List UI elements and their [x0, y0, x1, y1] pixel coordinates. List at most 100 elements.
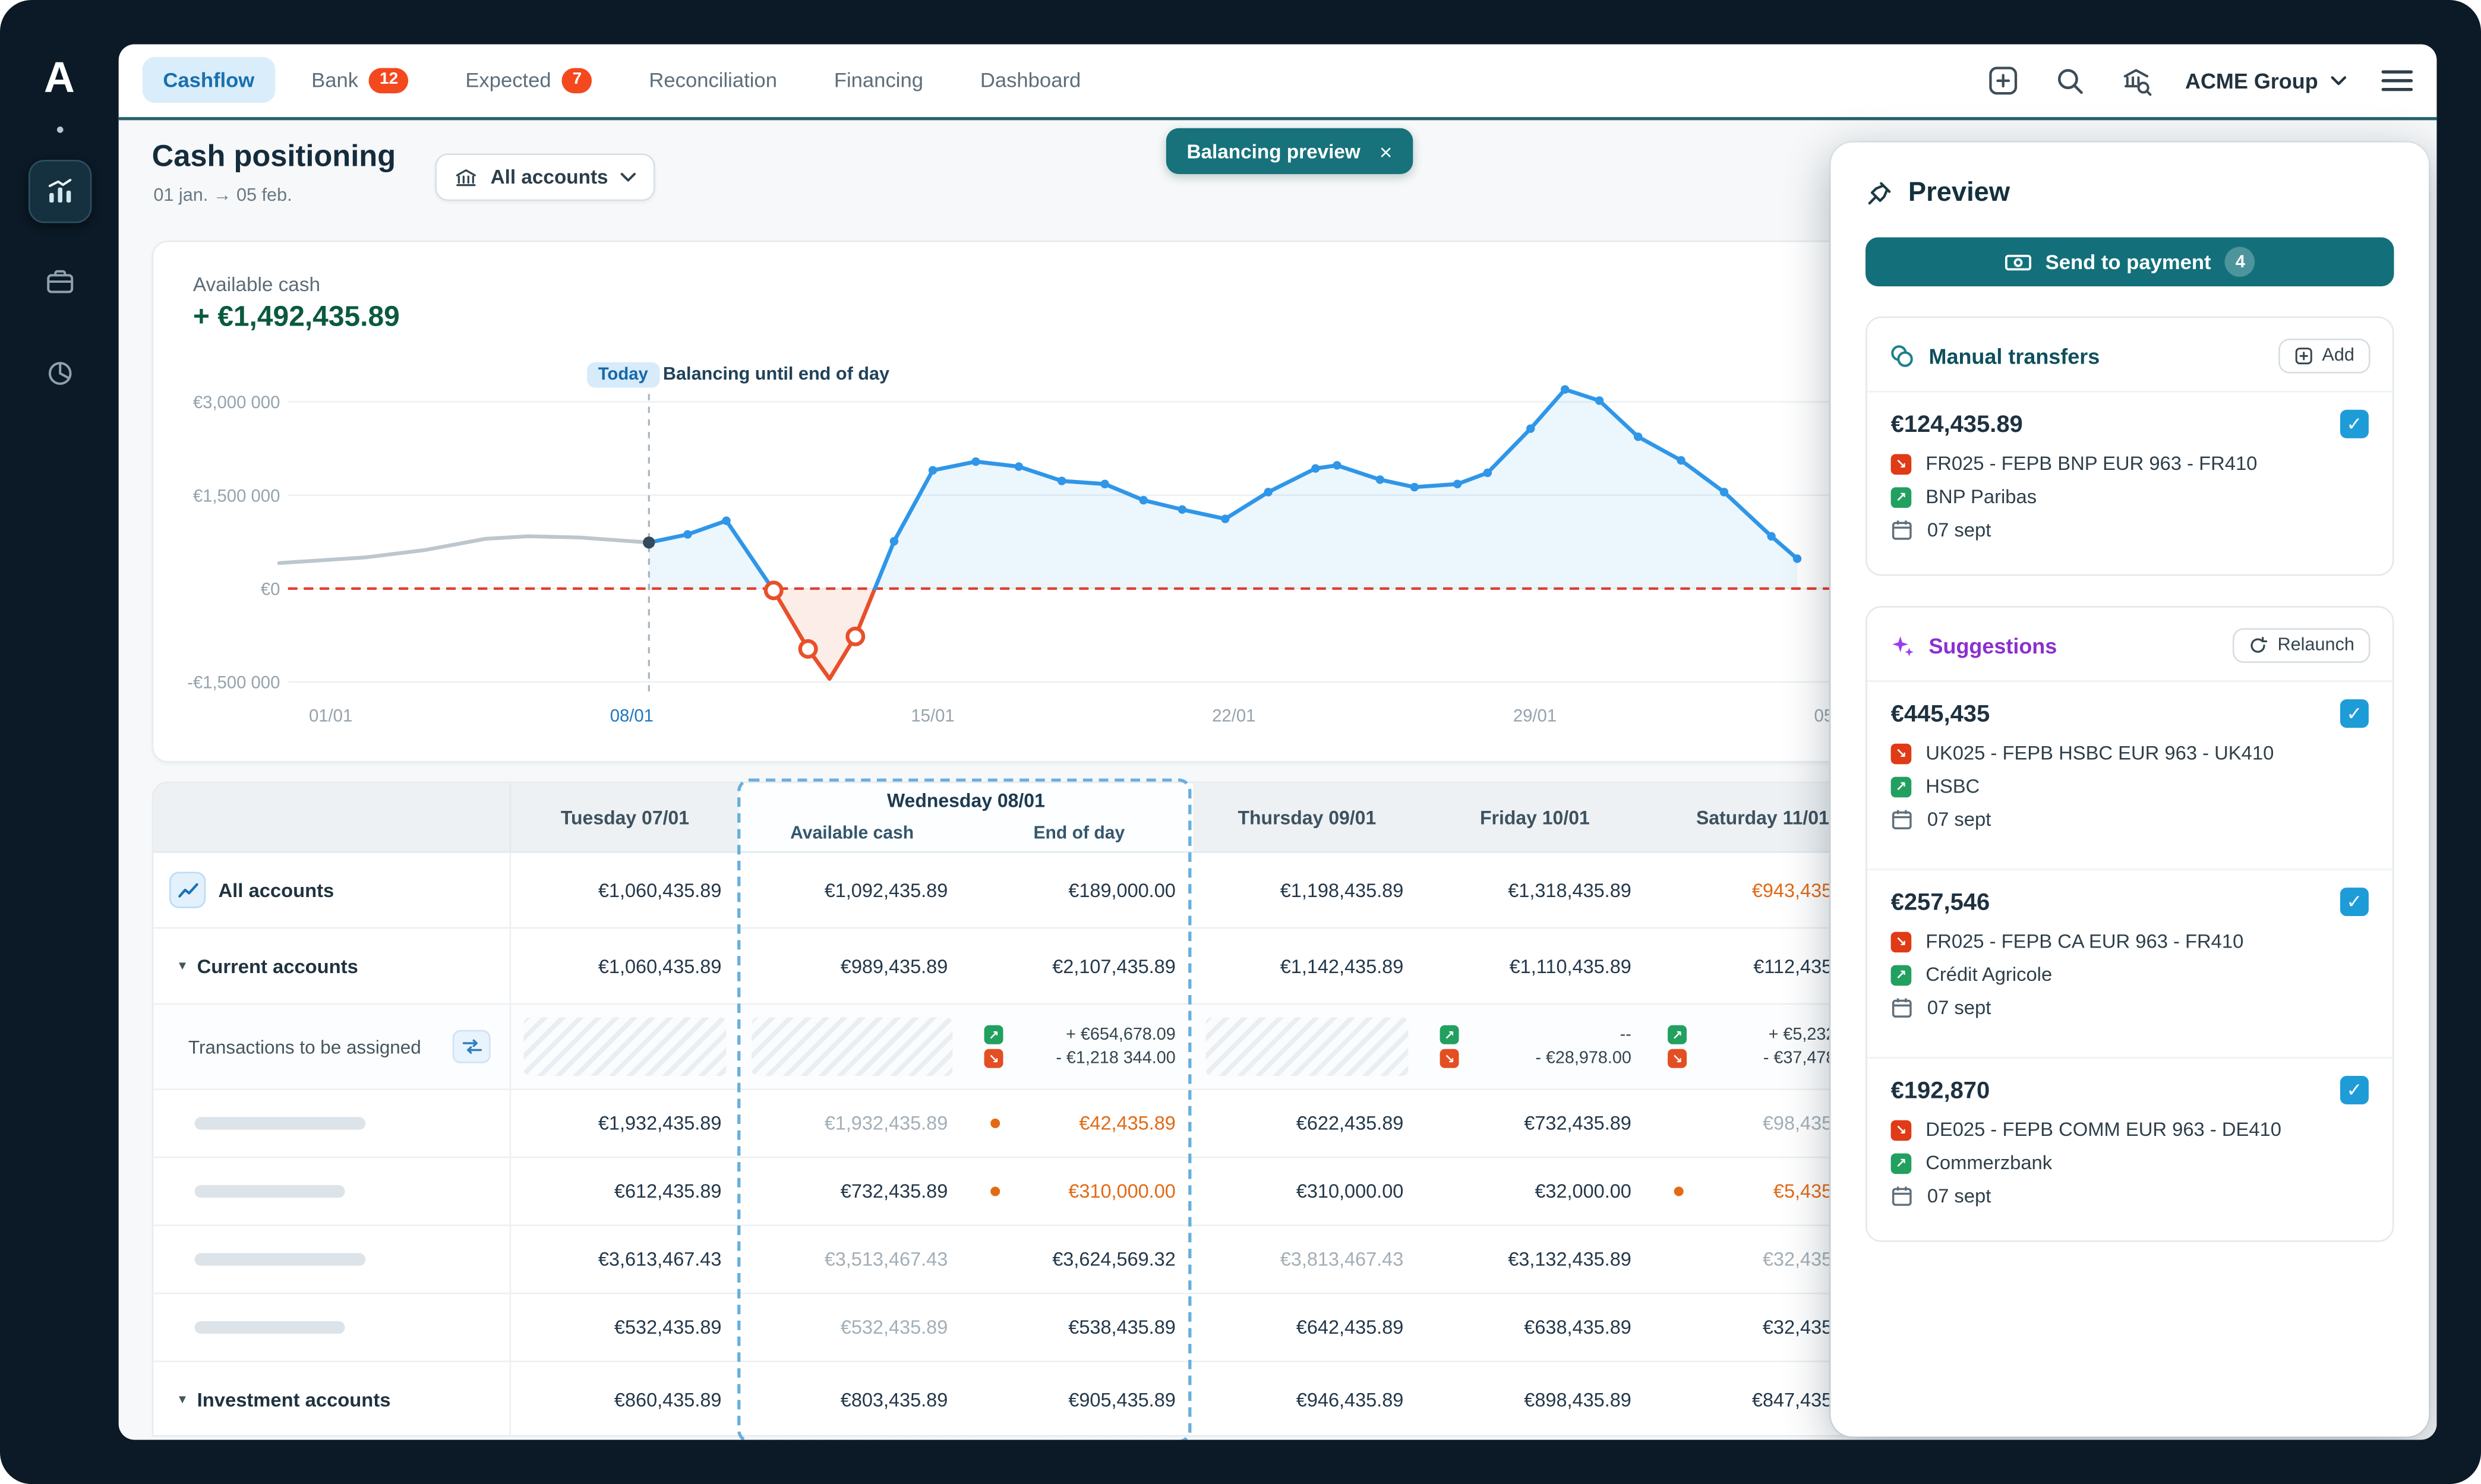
refresh-icon [2249, 636, 2268, 655]
nav-tabs: Cashflow Bank12 Expected7 Reconciliation Fin… [143, 57, 1101, 104]
outflow-icon: ↘ [1891, 453, 1912, 474]
transfer-entry: €445,435✓↘UK025 - FEPB HSBC EUR 963 - UK… [1889, 682, 2370, 851]
table-cell: €989,435.89 [739, 929, 965, 1003]
sidebar-item-portfolio[interactable] [29, 250, 92, 314]
top-navigation: Cashflow Bank12 Expected7 Reconciliation Fin… [119, 45, 2437, 121]
nav-actions: ACME Group [1986, 64, 2413, 97]
bank-search-button[interactable] [2119, 64, 2152, 97]
send-to-payment-button[interactable]: Send to payment 4 [1866, 237, 2394, 286]
date-row: 07 sept [1891, 519, 2369, 541]
transfer-amount: €124,435.89 [1891, 411, 2023, 437]
chevron-down-icon [2331, 76, 2347, 86]
tab-bank[interactable]: Bank12 [291, 57, 430, 104]
manual-transfers-list: €124,435.89✓↘FR025 - FEPB BNP EUR 963 - … [1889, 391, 2370, 562]
assign-transactions-button[interactable] [453, 1030, 491, 1063]
calendar-icon [1891, 997, 1913, 1019]
row-label[interactable]: All accounts [153, 853, 511, 927]
add-button[interactable] [1986, 64, 2019, 97]
table-cell [739, 1005, 965, 1088]
company-selector[interactable]: ACME Group [2185, 69, 2347, 93]
transfer-amount: €257,546 [1891, 888, 1990, 915]
redacted-account-name [195, 1321, 345, 1334]
outflow-icon: ↘ [1891, 743, 1912, 763]
table-cell: €538,435.89 [965, 1294, 1194, 1361]
transfer-entry: €192,870 ✓ ↘DE025 - FEPB COMM EUR 963 - DE… [1889, 1059, 2370, 1228]
date-row: 07 sept [1891, 809, 2369, 831]
briefcase-icon [45, 266, 76, 297]
table-cell: €905,435.89 [965, 1362, 1194, 1436]
preview-header: Preview [1866, 177, 2394, 209]
tab-dashboard[interactable]: Dashboard [959, 58, 1101, 103]
credit-bank-row: ↗HSBC [1891, 775, 2369, 797]
pin-icon [1866, 179, 1892, 206]
debit-account-row: ↘DE025 - FEPB COMM EUR 963 - DE410 [1891, 1119, 2369, 1141]
transfer-amount: €192,870 [1891, 1076, 1990, 1103]
inflow-icon: ↗ [1891, 964, 1912, 985]
svg-text:08/01: 08/01 [610, 706, 654, 725]
chevron-down-icon [621, 172, 637, 182]
inflow-icon: ↗ [1891, 487, 1912, 507]
sidebar-item-cashflow[interactable] [29, 160, 92, 223]
redacted-account-name [195, 1185, 345, 1198]
relaunch-button[interactable]: Relaunch [2233, 628, 2370, 663]
tab-cashflow[interactable]: Cashflow [143, 58, 275, 103]
balancing-until-label: Balancing until end of day [663, 365, 889, 384]
tab-reconciliation[interactable]: Reconciliation [629, 58, 798, 103]
close-icon[interactable]: × [1380, 138, 1393, 164]
no-data-pattern [524, 1017, 727, 1076]
transfer-checkbox[interactable]: ✓ [2340, 410, 2369, 438]
suggestions-header: Suggestions Relaunch [1889, 628, 2370, 663]
table-cell: €1,142,435.89 [1193, 929, 1421, 1003]
sparkles-icon [1889, 633, 1915, 658]
page-title: Cash positioning [152, 141, 396, 176]
chart-toggle-icon[interactable] [169, 872, 206, 908]
notification-badge: 7 [562, 68, 592, 93]
table-cell: €1,932,435.89 [739, 1090, 965, 1157]
calendar-icon [1891, 809, 1913, 831]
row-label[interactable]: ▾Current accounts [153, 929, 511, 1003]
search-button[interactable] [2052, 64, 2085, 97]
outflow-icon: ↘ [1891, 1119, 1912, 1140]
plus-square-icon [1987, 65, 2018, 96]
manual-transfers-title: Manual transfers [1929, 344, 2100, 368]
tab-expected[interactable]: Expected7 [445, 57, 613, 104]
table-cell: €732,435.89 [1421, 1090, 1649, 1157]
column-header: Friday 10/01 [1421, 783, 1649, 851]
notification-badge: 12 [370, 68, 409, 93]
preview-panel: Preview Send to payment 4 Manual transfe… [1830, 143, 2429, 1437]
column-header: Thursday 09/01 [1193, 783, 1421, 851]
redacted-account-name [195, 1253, 366, 1265]
transfer-checkbox[interactable]: ✓ [2340, 888, 2369, 916]
table-cell: €1,092,435.89 [739, 853, 965, 927]
table-cell: €1,110,435.89 [1421, 929, 1649, 1003]
today-badge: Today [587, 362, 659, 388]
menu-button[interactable] [2380, 64, 2413, 97]
available-cash-value: + €1,492,435.89 [193, 301, 400, 334]
sidebar-item-analysis[interactable] [29, 342, 92, 405]
table-cell: €1,198,435.89 [1193, 853, 1421, 927]
table-cell: €189,000.00 [965, 853, 1194, 927]
no-data-pattern [1205, 1017, 1408, 1076]
accounts-filter-dropdown[interactable]: All accounts [435, 153, 655, 201]
table-cell: €622,435.89 [1193, 1090, 1421, 1157]
credit-bank-row: ↗Commerzbank [1891, 1152, 2369, 1174]
redacted-account-name [195, 1117, 366, 1129]
outflow-icon: ↘ [1440, 1049, 1459, 1068]
transfer-checkbox[interactable]: ✓ [2340, 699, 2369, 728]
row-label [153, 1226, 511, 1293]
row-label [153, 1090, 511, 1157]
transfer-entry: €124,435.89✓↘FR025 - FEPB BNP EUR 963 - … [1889, 392, 2370, 561]
logo-dot [56, 127, 63, 133]
coins-icon [1889, 343, 1915, 369]
svg-text:-€1,500 000: -€1,500 000 [187, 673, 280, 693]
app-frame: A CashflowBank12Expected7Reconci [0, 0, 2481, 1484]
transfer-checkbox[interactable]: ✓ [2340, 1076, 2369, 1104]
table-cell: €612,435.89 [511, 1158, 739, 1225]
add-transfer-button[interactable]: Add [2278, 339, 2370, 374]
app-logo: A [0, 54, 119, 103]
tab-financing[interactable]: Financing [813, 58, 943, 103]
svg-text:€0: €0 [261, 579, 280, 599]
table-cell [1193, 1005, 1421, 1088]
svg-text:29/01: 29/01 [1513, 706, 1557, 725]
row-label[interactable]: ▾Investment accounts [153, 1362, 511, 1436]
